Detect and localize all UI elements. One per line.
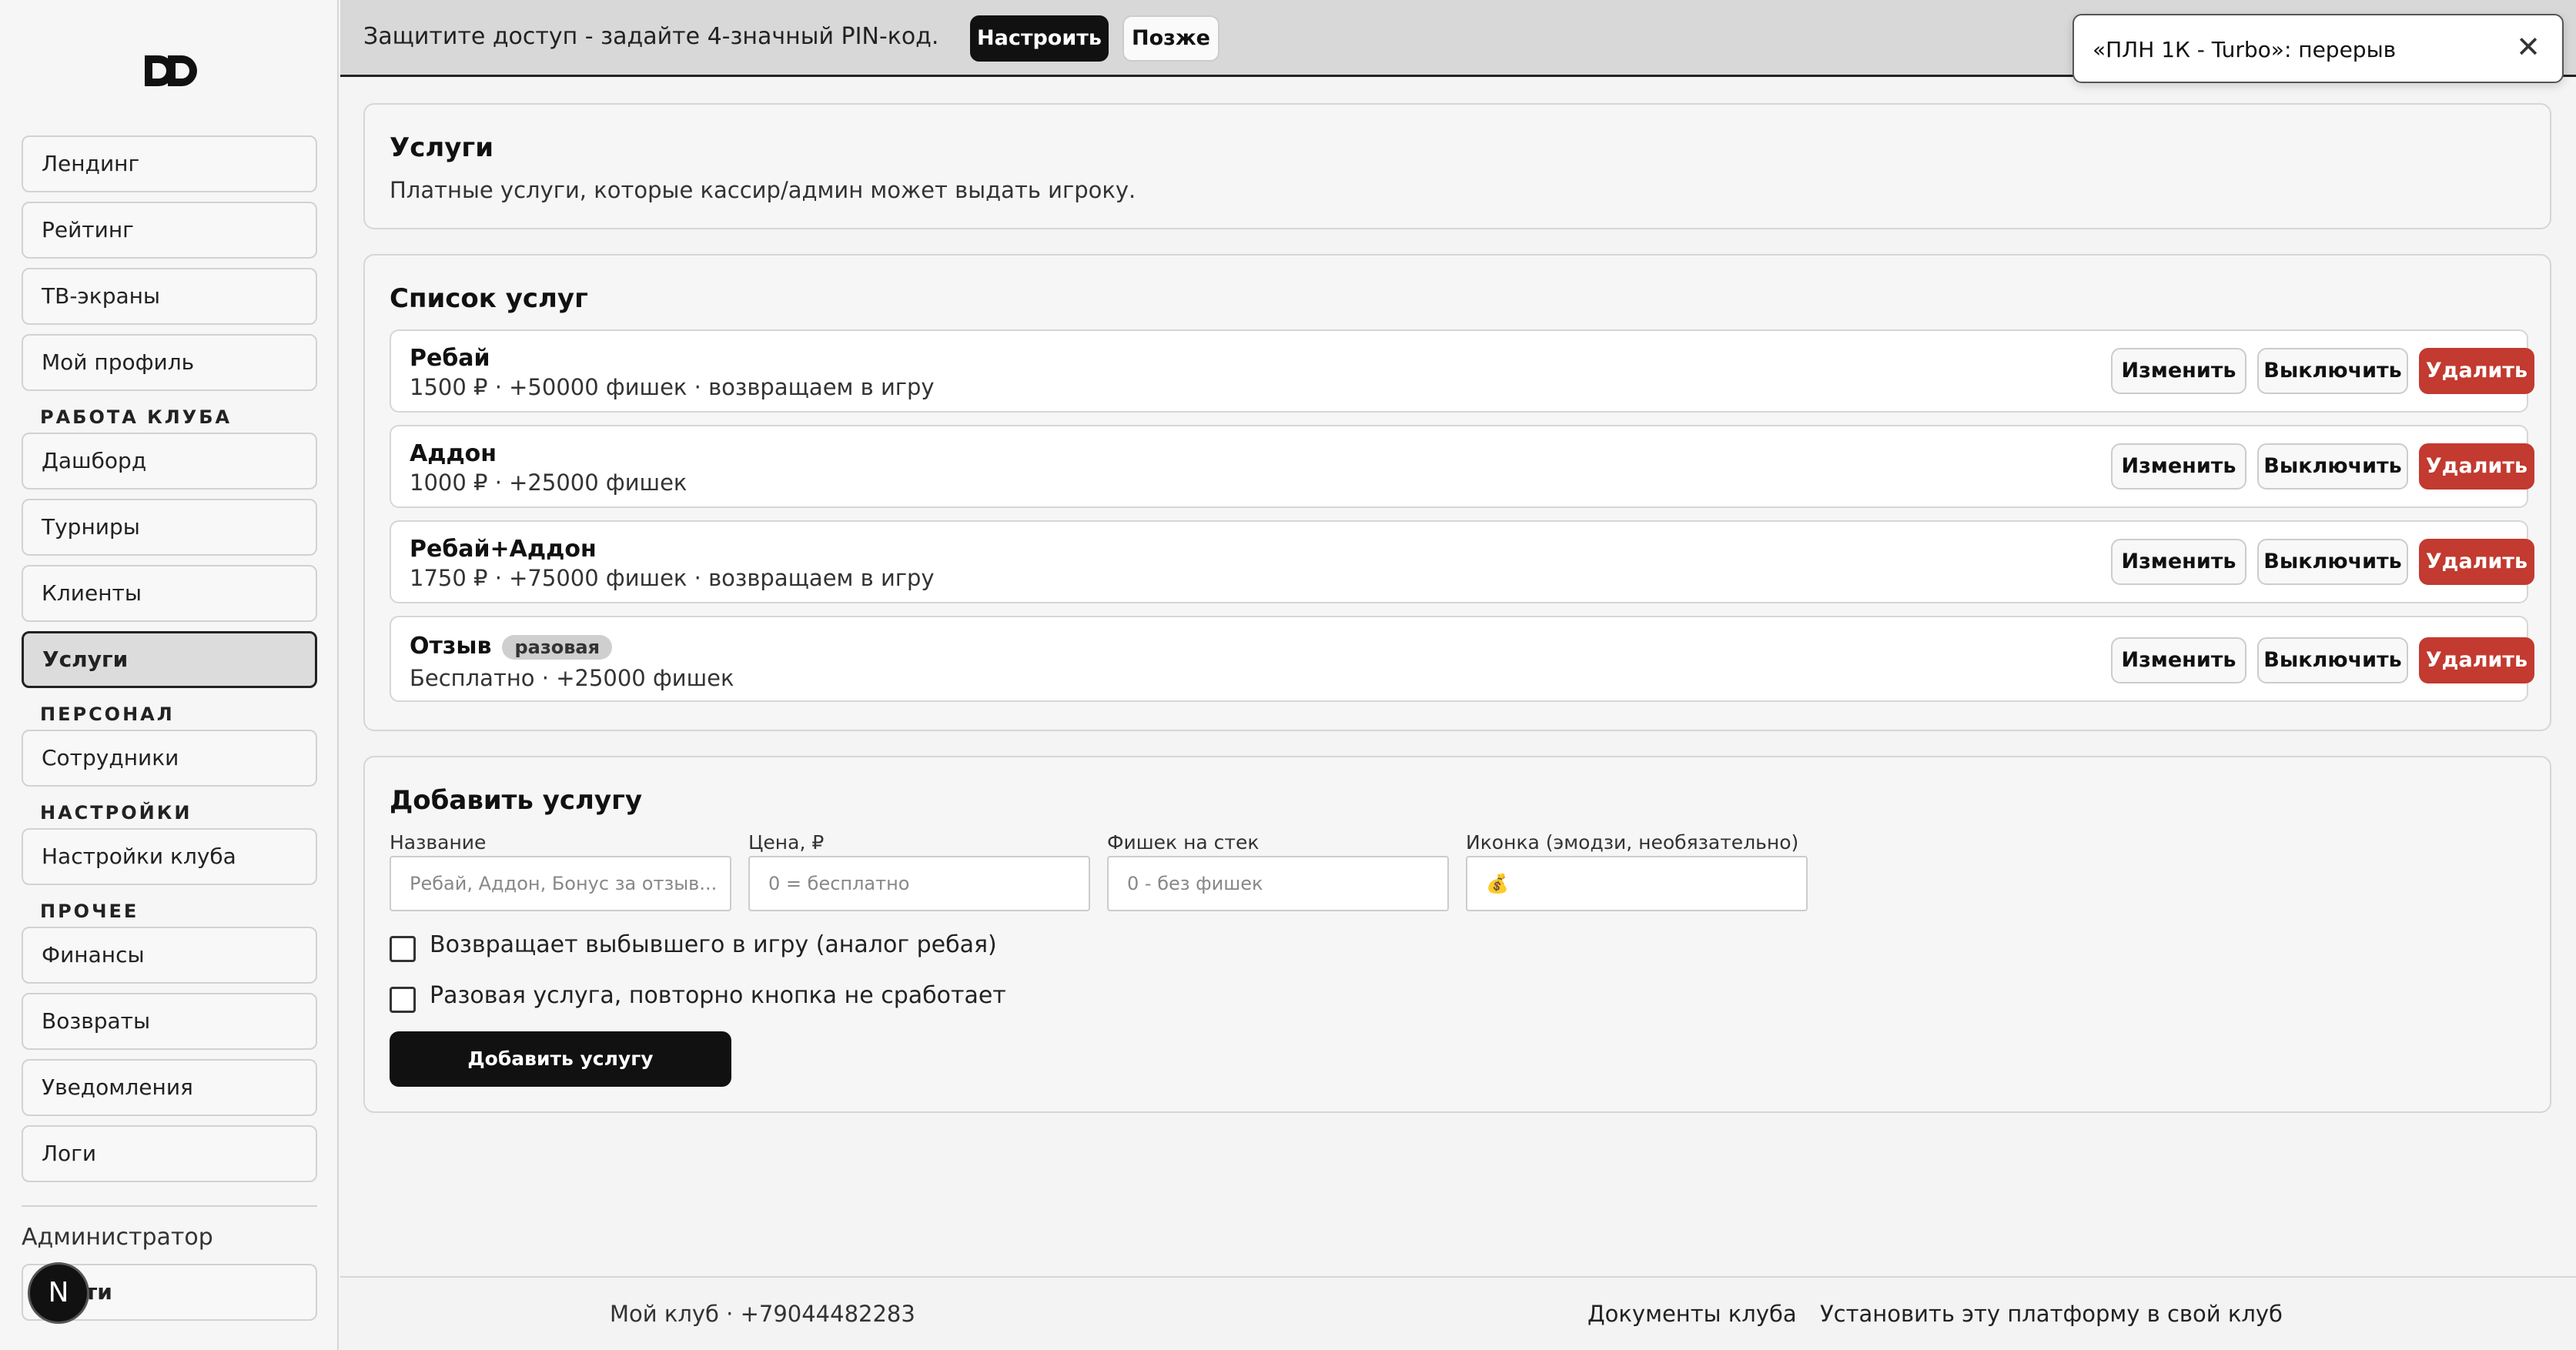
add-service-title: Добавить услугу bbox=[390, 785, 643, 816]
sidebar-item-employees[interactable]: Сотрудники bbox=[22, 730, 317, 787]
chips-field-label: Фишек на стек bbox=[1107, 831, 1260, 854]
section-label-staff: ПЕРСОНАЛ bbox=[40, 703, 175, 725]
section-label-club-work: РАБОТА КЛУБА bbox=[40, 406, 233, 428]
price-field-label: Цена, ₽ bbox=[748, 831, 825, 854]
edit-button[interactable]: Изменить bbox=[2111, 539, 2246, 585]
sidebar-item-logs[interactable]: Логи bbox=[22, 1125, 317, 1182]
icon-field-label: Иконка (эмодзи, необязательно) bbox=[1466, 831, 1799, 854]
close-icon[interactable]: ✕ bbox=[2516, 32, 2541, 62]
later-button[interactable]: Позже bbox=[1122, 15, 1219, 62]
sidebar-item-tv-screens[interactable]: ТВ-экраны bbox=[22, 268, 317, 325]
service-name: Аддон bbox=[410, 440, 497, 467]
sidebar-item-landing[interactable]: Лендинг bbox=[22, 135, 317, 192]
setup-pin-button[interactable]: Настроить bbox=[970, 15, 1109, 62]
sidebar-item-club-settings[interactable]: Настройки клуба bbox=[22, 828, 317, 885]
price-input[interactable]: 0 = бесплатно bbox=[748, 856, 1090, 911]
section-label-settings: НАСТРОЙКИ bbox=[40, 802, 192, 824]
icon-input[interactable]: 💰 bbox=[1466, 856, 1808, 911]
name-field-label: Название bbox=[390, 831, 487, 854]
sidebar: Лендинг Рейтинг ТВ-экраны Мой профиль РА… bbox=[0, 0, 339, 1350]
delete-button[interactable]: Удалить bbox=[2419, 443, 2534, 490]
disable-button[interactable]: Выключить bbox=[2257, 539, 2408, 585]
sidebar-item-services[interactable]: Услуги bbox=[22, 631, 317, 688]
service-list-card: Список услуг Ребай 1500 ₽ · +50000 фишек… bbox=[363, 254, 2551, 731]
sidebar-item-tournaments[interactable]: Турниры bbox=[22, 499, 317, 556]
section-label-other: ПРОЧЕЕ bbox=[40, 901, 139, 922]
sidebar-item-finance[interactable]: Финансы bbox=[22, 927, 317, 984]
sidebar-item-rating[interactable]: Рейтинг bbox=[22, 202, 317, 259]
chips-input[interactable]: 0 - без фишек bbox=[1107, 856, 1449, 911]
add-service-card: Добавить услугу Название Ребай, Аддон, Б… bbox=[363, 756, 2551, 1113]
name-input[interactable]: Ребай, Аддон, Бонус за отзыв... bbox=[390, 856, 731, 911]
sidebar-divider bbox=[22, 1205, 317, 1207]
logo-icon bbox=[145, 55, 197, 86]
pin-banner-text: Защитите доступ - задайте 4-значный PIN-… bbox=[363, 23, 939, 50]
service-desc: 1500 ₽ · +50000 фишек · возвращаем в игр… bbox=[410, 374, 935, 400]
edit-button[interactable]: Изменить bbox=[2111, 348, 2246, 394]
club-documents-link[interactable]: Документы клуба bbox=[1587, 1301, 1797, 1327]
toast-text: «ПЛН 1К - Turbo»: перерыв bbox=[2093, 37, 2397, 62]
toast-notification: «ПЛН 1К - Turbo»: перерыв ✕ bbox=[2073, 14, 2564, 83]
service-row-review: Отзыв разовая Бесплатно · +25000 фишек Из… bbox=[390, 616, 2534, 702]
footer-club-info: Мой клуб · +79044482283 bbox=[610, 1301, 915, 1327]
return-to-game-label: Возвращает выбывшего в игру (аналог реба… bbox=[430, 931, 997, 958]
edit-button[interactable]: Изменить bbox=[2111, 443, 2246, 490]
delete-button[interactable]: Удалить bbox=[2419, 637, 2534, 683]
admin-label: Администратор bbox=[22, 1224, 213, 1251]
service-row-addon: Аддон 1000 ₽ · +25000 фишек Изменить Вык… bbox=[390, 425, 2534, 508]
disable-button[interactable]: Выключить bbox=[2257, 348, 2408, 394]
delete-button[interactable]: Удалить bbox=[2419, 539, 2534, 585]
edit-button[interactable]: Изменить bbox=[2111, 637, 2246, 683]
sidebar-item-my-profile[interactable]: Мой профиль bbox=[22, 334, 317, 391]
return-to-game-checkbox[interactable] bbox=[390, 936, 416, 962]
service-row-rebuy: Ребай 1500 ₽ · +50000 фишек · возвращаем… bbox=[390, 329, 2534, 413]
sidebar-item-clients[interactable]: Клиенты bbox=[22, 565, 317, 622]
service-name: Ребай bbox=[410, 345, 490, 372]
service-desc: 1750 ₽ · +75000 фишек · возвращаем в игр… bbox=[410, 565, 935, 591]
service-list-title: Список услуг bbox=[390, 283, 588, 314]
install-platform-link[interactable]: Установить эту платформу в свой клуб bbox=[1820, 1301, 2283, 1327]
services-header-card: Услуги Платные услуги, которые кассир/ад… bbox=[363, 103, 2551, 229]
one-time-checkbox[interactable] bbox=[390, 987, 416, 1013]
n-badge-icon[interactable]: N bbox=[28, 1262, 89, 1324]
page-subtitle: Платные услуги, которые кассир/админ мож… bbox=[390, 177, 1136, 203]
one-time-badge: разовая bbox=[502, 634, 613, 660]
service-desc: Бесплатно · +25000 фишек bbox=[410, 665, 734, 691]
add-service-button[interactable]: Добавить услугу bbox=[390, 1031, 731, 1087]
service-desc: 1000 ₽ · +25000 фишек bbox=[410, 469, 687, 496]
disable-button[interactable]: Выключить bbox=[2257, 443, 2408, 490]
delete-button[interactable]: Удалить bbox=[2419, 348, 2534, 394]
service-name: Ребай+Аддон bbox=[410, 536, 597, 563]
page-title: Услуги bbox=[390, 132, 494, 163]
disable-button[interactable]: Выключить bbox=[2257, 637, 2408, 683]
service-name-text: Отзыв bbox=[410, 633, 492, 660]
sidebar-item-notifications[interactable]: Уведомления bbox=[22, 1059, 317, 1116]
one-time-label: Разовая услуга, повторно кнопка не срабо… bbox=[430, 982, 1006, 1009]
sidebar-item-refunds[interactable]: Возвраты bbox=[22, 993, 317, 1050]
sidebar-item-dashboard[interactable]: Дашборд bbox=[22, 433, 317, 490]
service-name: Отзыв разовая bbox=[410, 633, 613, 660]
footer: Мой клуб · +79044482283 Документы клуба … bbox=[340, 1276, 2576, 1350]
service-row-rebuy-addon: Ребай+Аддон 1750 ₽ · +75000 фишек · возв… bbox=[390, 520, 2534, 603]
